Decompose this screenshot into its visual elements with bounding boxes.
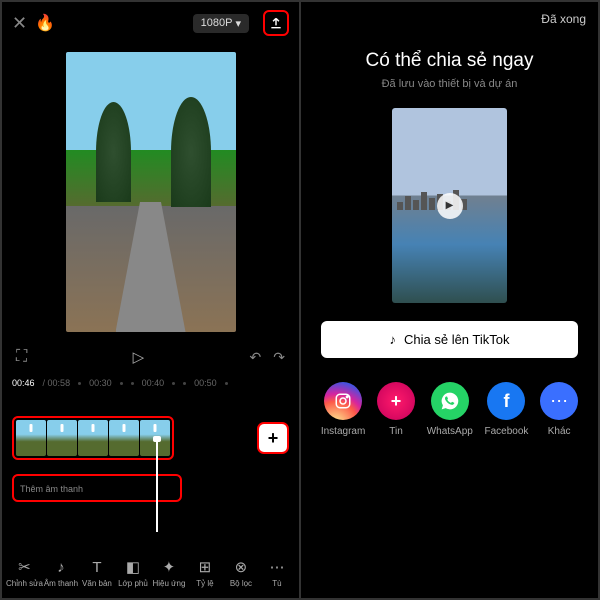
text-icon: T bbox=[92, 558, 101, 576]
share-instagram[interactable]: Instagram bbox=[321, 382, 365, 437]
filter-icon: ⊗ bbox=[235, 558, 248, 576]
video-clip[interactable] bbox=[78, 420, 108, 456]
resolution-selector[interactable]: 1080P ▾ bbox=[193, 14, 249, 33]
tiktok-label: Chia sẻ lên TikTok bbox=[404, 332, 510, 347]
add-clip-button[interactable]: + bbox=[257, 422, 289, 454]
tool-text[interactable]: TVăn bản bbox=[79, 558, 115, 588]
share-whatsapp[interactable]: WhatsApp bbox=[427, 382, 473, 437]
current-time: 00:46 bbox=[12, 378, 35, 388]
tool-overlay[interactable]: ◧Lớp phủ bbox=[115, 558, 151, 588]
upload-icon bbox=[269, 16, 283, 30]
done-button[interactable]: Đã xong bbox=[541, 12, 586, 26]
time-mark: 00:40 bbox=[142, 378, 165, 388]
flame-icon[interactable]: 🔥 bbox=[35, 13, 55, 33]
share-more[interactable]: ⋯Khác bbox=[540, 382, 578, 437]
player-controls: ⛶ ▷ ↶ ↷ bbox=[2, 340, 299, 374]
close-icon[interactable]: ✕ bbox=[12, 13, 27, 34]
music-icon: ♪ bbox=[57, 558, 65, 576]
tiktok-icon: ♪ bbox=[390, 332, 397, 347]
tool-edit[interactable]: ✂Chỉnh sửa bbox=[6, 558, 43, 588]
scissors-icon: ✂ bbox=[18, 558, 31, 576]
video-preview[interactable] bbox=[66, 52, 236, 332]
ratio-icon: ⊞ bbox=[199, 558, 212, 576]
more-icon: ⋯ bbox=[269, 558, 284, 576]
instagram-icon bbox=[324, 382, 362, 420]
fullscreen-icon[interactable]: ⛶ bbox=[16, 348, 27, 366]
share-facebook[interactable]: fFacebook bbox=[485, 382, 529, 437]
tin-icon bbox=[377, 382, 415, 420]
tool-audio[interactable]: ♪Âm thanh bbox=[43, 558, 79, 588]
effects-icon: ✦ bbox=[163, 558, 176, 576]
share-tin[interactable]: Tin bbox=[377, 382, 415, 437]
playhead[interactable] bbox=[156, 440, 158, 532]
undo-button[interactable]: ↶ bbox=[250, 349, 262, 366]
tool-filter[interactable]: ⊗Bộ lọc bbox=[223, 558, 259, 588]
share-title: Có thể chia sẻ ngay bbox=[301, 50, 598, 72]
tool-ratio[interactable]: ⊞Tỷ lệ bbox=[187, 558, 223, 588]
chevron-down-icon: ▾ bbox=[235, 17, 241, 30]
play-button[interactable]: ▷ bbox=[133, 348, 145, 366]
video-clip[interactable] bbox=[47, 420, 77, 456]
editor-topbar: ✕ 🔥 1080P ▾ bbox=[2, 2, 299, 44]
timeline[interactable]: + bbox=[2, 406, 299, 470]
social-share-row: Instagram Tin WhatsApp fFacebook ⋯Khác bbox=[301, 372, 598, 447]
more-icon: ⋯ bbox=[540, 382, 578, 420]
share-subtitle: Đã lưu vào thiết bị và dự án bbox=[301, 78, 598, 90]
redo-button[interactable]: ↷ bbox=[273, 349, 285, 366]
tool-effects[interactable]: ✦Hiệu ứng bbox=[151, 558, 187, 588]
editor-screen: ✕ 🔥 1080P ▾ ⛶ ▷ ↶ ↷ 00:46 / 00:58 bbox=[2, 2, 299, 598]
tool-more[interactable]: ⋯Tù bbox=[259, 558, 295, 588]
overlay-icon: ◧ bbox=[126, 558, 140, 576]
timecode-ruler: 00:46 / 00:58 00:30 00:40 00:50 bbox=[2, 374, 299, 392]
video-clip[interactable] bbox=[16, 420, 46, 456]
play-icon[interactable]: ▶ bbox=[437, 193, 463, 219]
facebook-icon: f bbox=[487, 382, 525, 420]
export-button[interactable] bbox=[263, 10, 289, 36]
time-mark: 00:50 bbox=[194, 378, 217, 388]
video-clip[interactable] bbox=[109, 420, 139, 456]
audio-label: Thêm âm thanh bbox=[20, 484, 83, 494]
clip-strip[interactable] bbox=[12, 416, 174, 460]
whatsapp-icon bbox=[431, 382, 469, 420]
video-thumbnail[interactable]: ▶ bbox=[392, 108, 507, 303]
time-mark: 00:30 bbox=[89, 378, 112, 388]
resolution-label: 1080P bbox=[201, 17, 233, 29]
total-time: / 00:58 bbox=[43, 378, 71, 388]
share-screen: Đã xong Có thể chia sẻ ngay Đã lưu vào t… bbox=[301, 2, 598, 598]
share-tiktok-button[interactable]: ♪ Chia sẻ lên TikTok bbox=[321, 321, 578, 358]
bottom-toolbar: ✂Chỉnh sửa ♪Âm thanh TVăn bản ◧Lớp phủ ✦… bbox=[2, 550, 299, 598]
